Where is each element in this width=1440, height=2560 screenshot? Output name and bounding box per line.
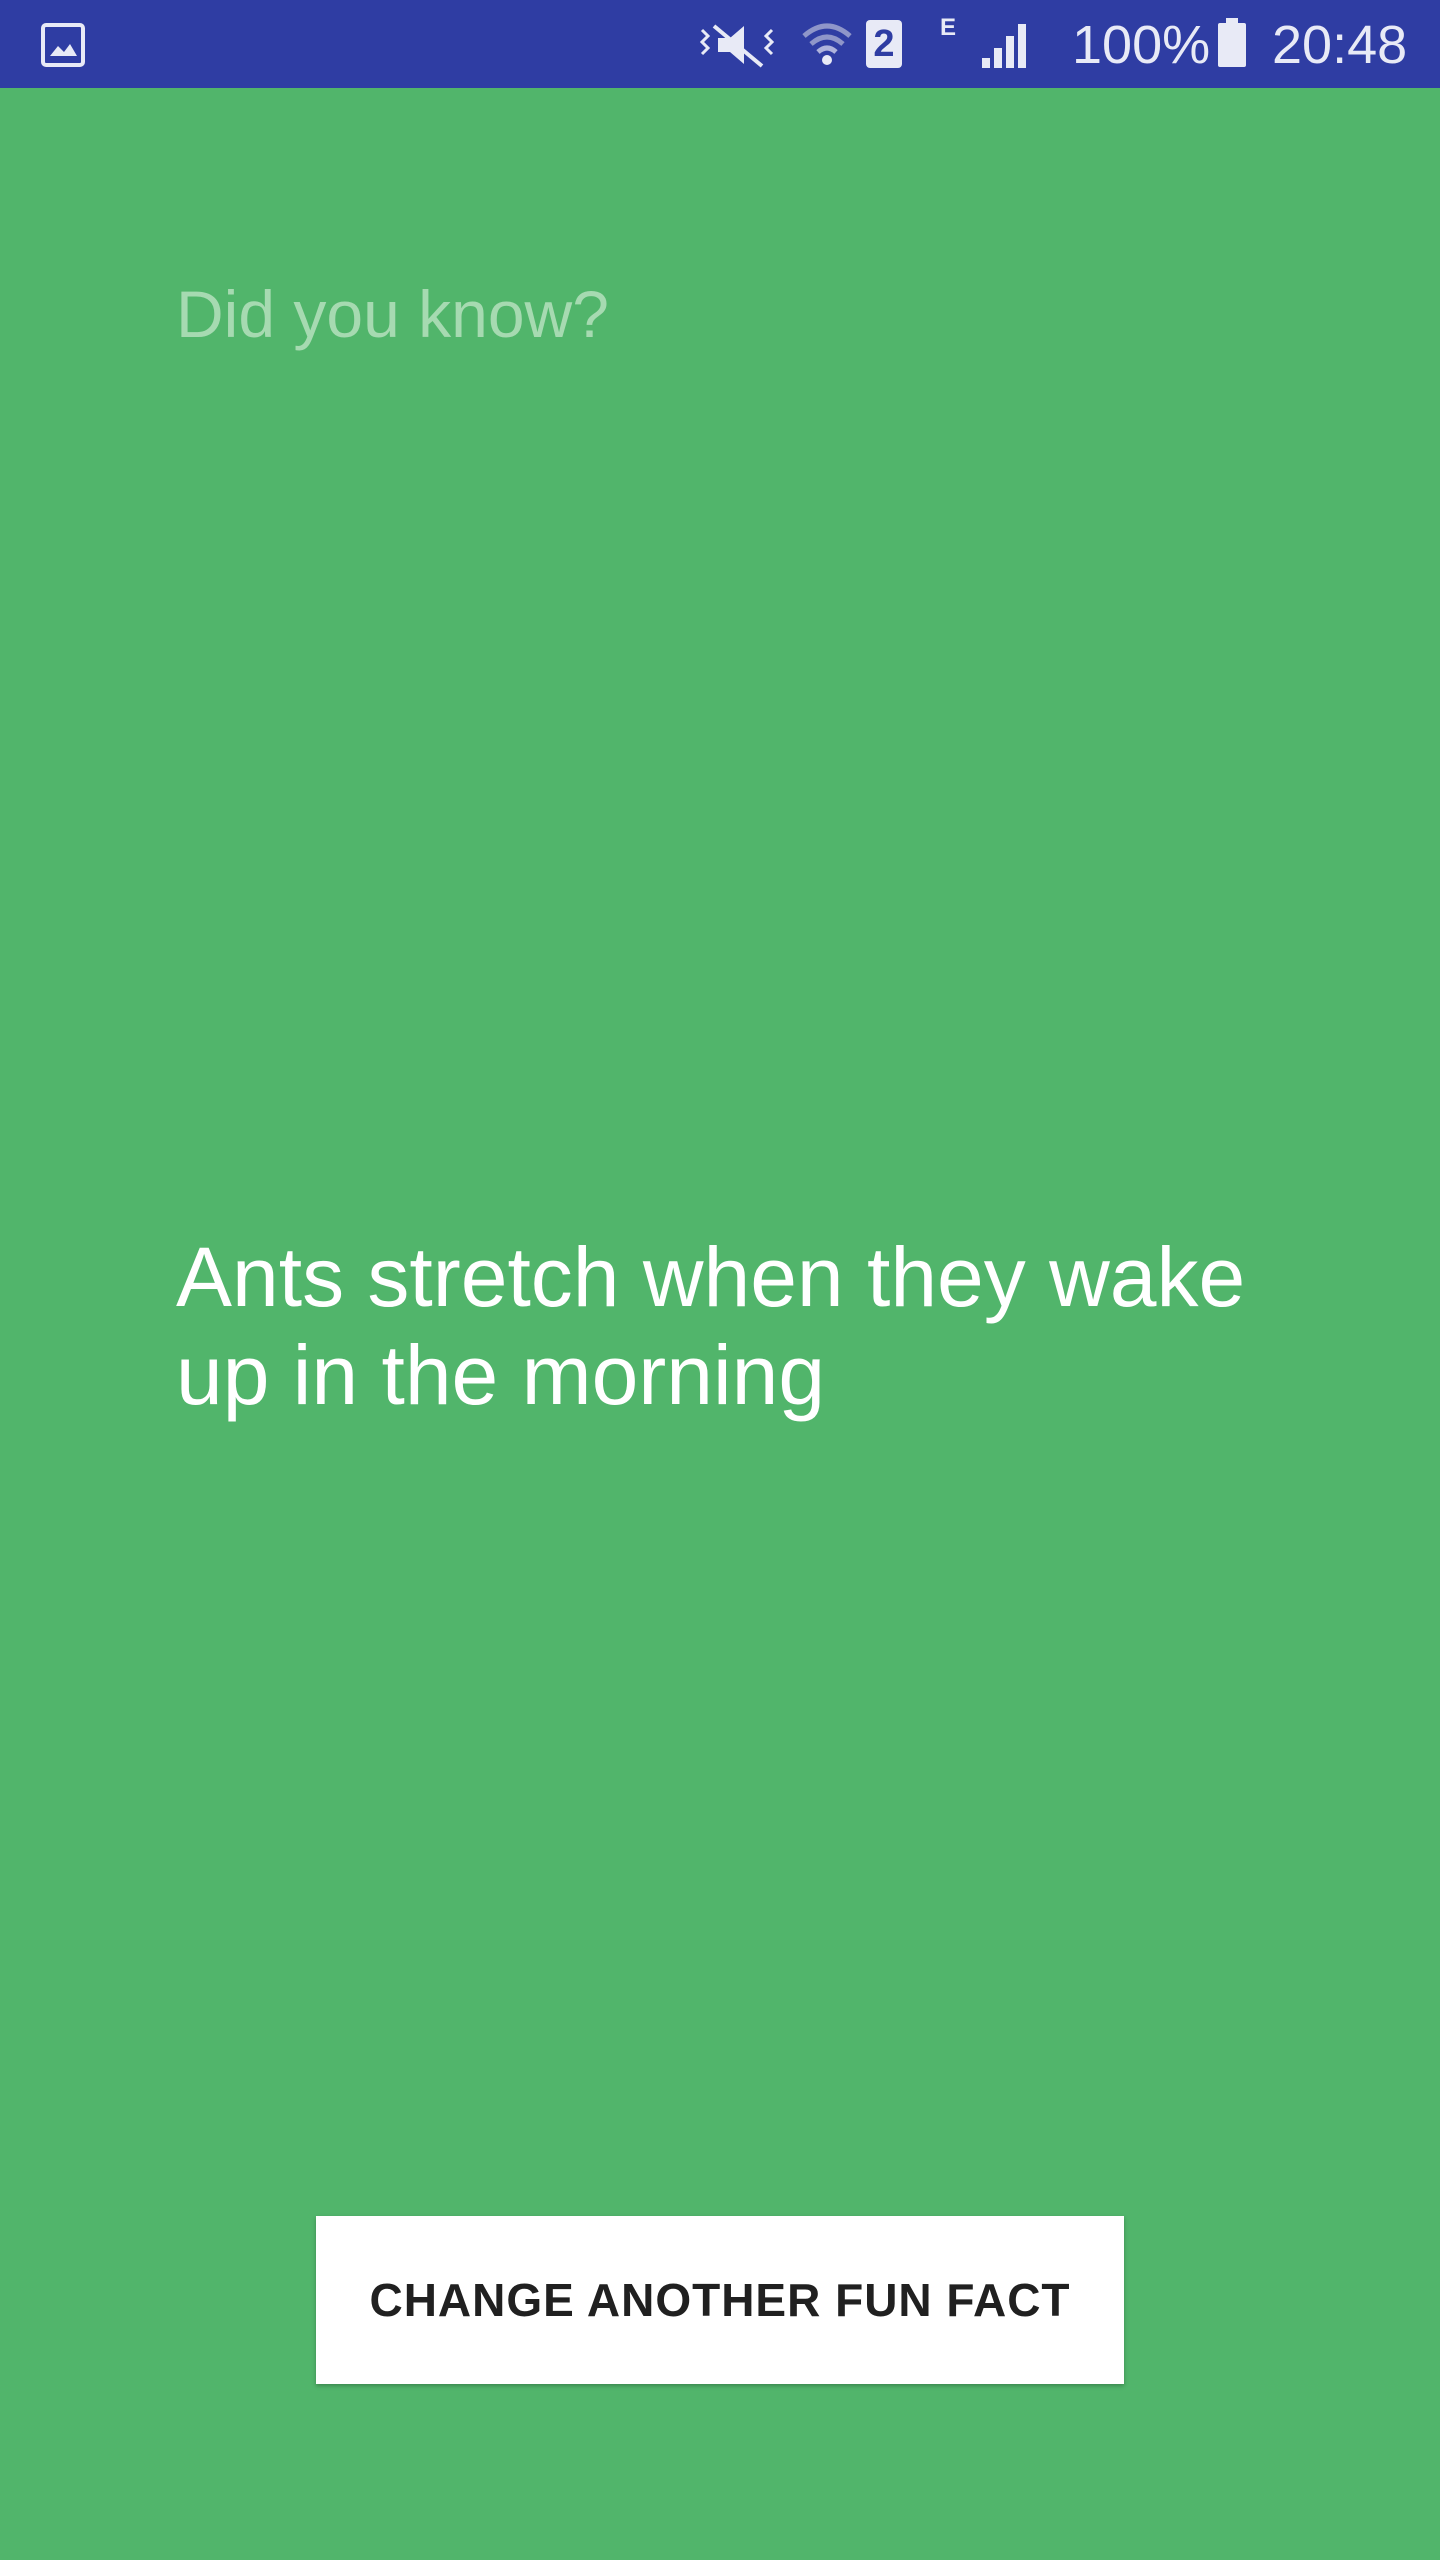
app-screen: 2 E 100% 20:48 Did you know? Ants stretc… xyxy=(0,0,1440,2560)
change-fun-fact-button[interactable]: CHANGE ANOTHER FUN FACT xyxy=(316,2216,1124,2384)
wifi-icon xyxy=(802,23,852,65)
signal-icon xyxy=(982,24,1026,68)
network-type-icon: E xyxy=(940,14,957,41)
battery-icon xyxy=(1218,18,1246,67)
status-bar: 2 E 100% 20:48 xyxy=(0,0,1440,88)
sim-icon: 2 xyxy=(866,20,902,68)
gallery-icon xyxy=(41,23,85,67)
fun-fact-text: Ants stretch when they wake up in the mo… xyxy=(176,1230,1246,1422)
mute-icon xyxy=(700,24,774,68)
battery-percentage: 100% xyxy=(1072,15,1211,75)
clock: 20:48 xyxy=(1272,15,1408,75)
did-you-know-label: Did you know? xyxy=(176,277,609,351)
